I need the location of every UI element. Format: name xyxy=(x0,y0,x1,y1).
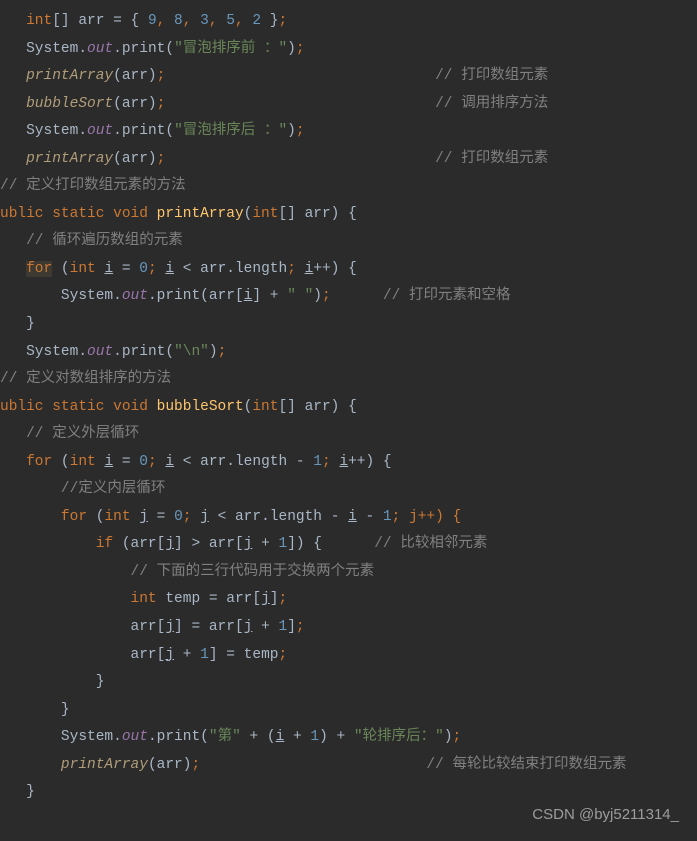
comment: // 打印数组元素 xyxy=(435,68,548,84)
watermark: CSDN @byj5211314_ xyxy=(532,801,679,830)
method-def: bubbleSort xyxy=(157,399,244,415)
method-def: printArray xyxy=(157,206,244,222)
keyword: int xyxy=(26,13,52,29)
method-call: bubbleSort xyxy=(26,96,113,112)
method-call: printArray xyxy=(26,68,113,84)
code-block: int[] arr = { 9, 8, 3, 5, 2 }; System.ou… xyxy=(0,0,697,807)
keyword-for: for xyxy=(26,261,52,277)
